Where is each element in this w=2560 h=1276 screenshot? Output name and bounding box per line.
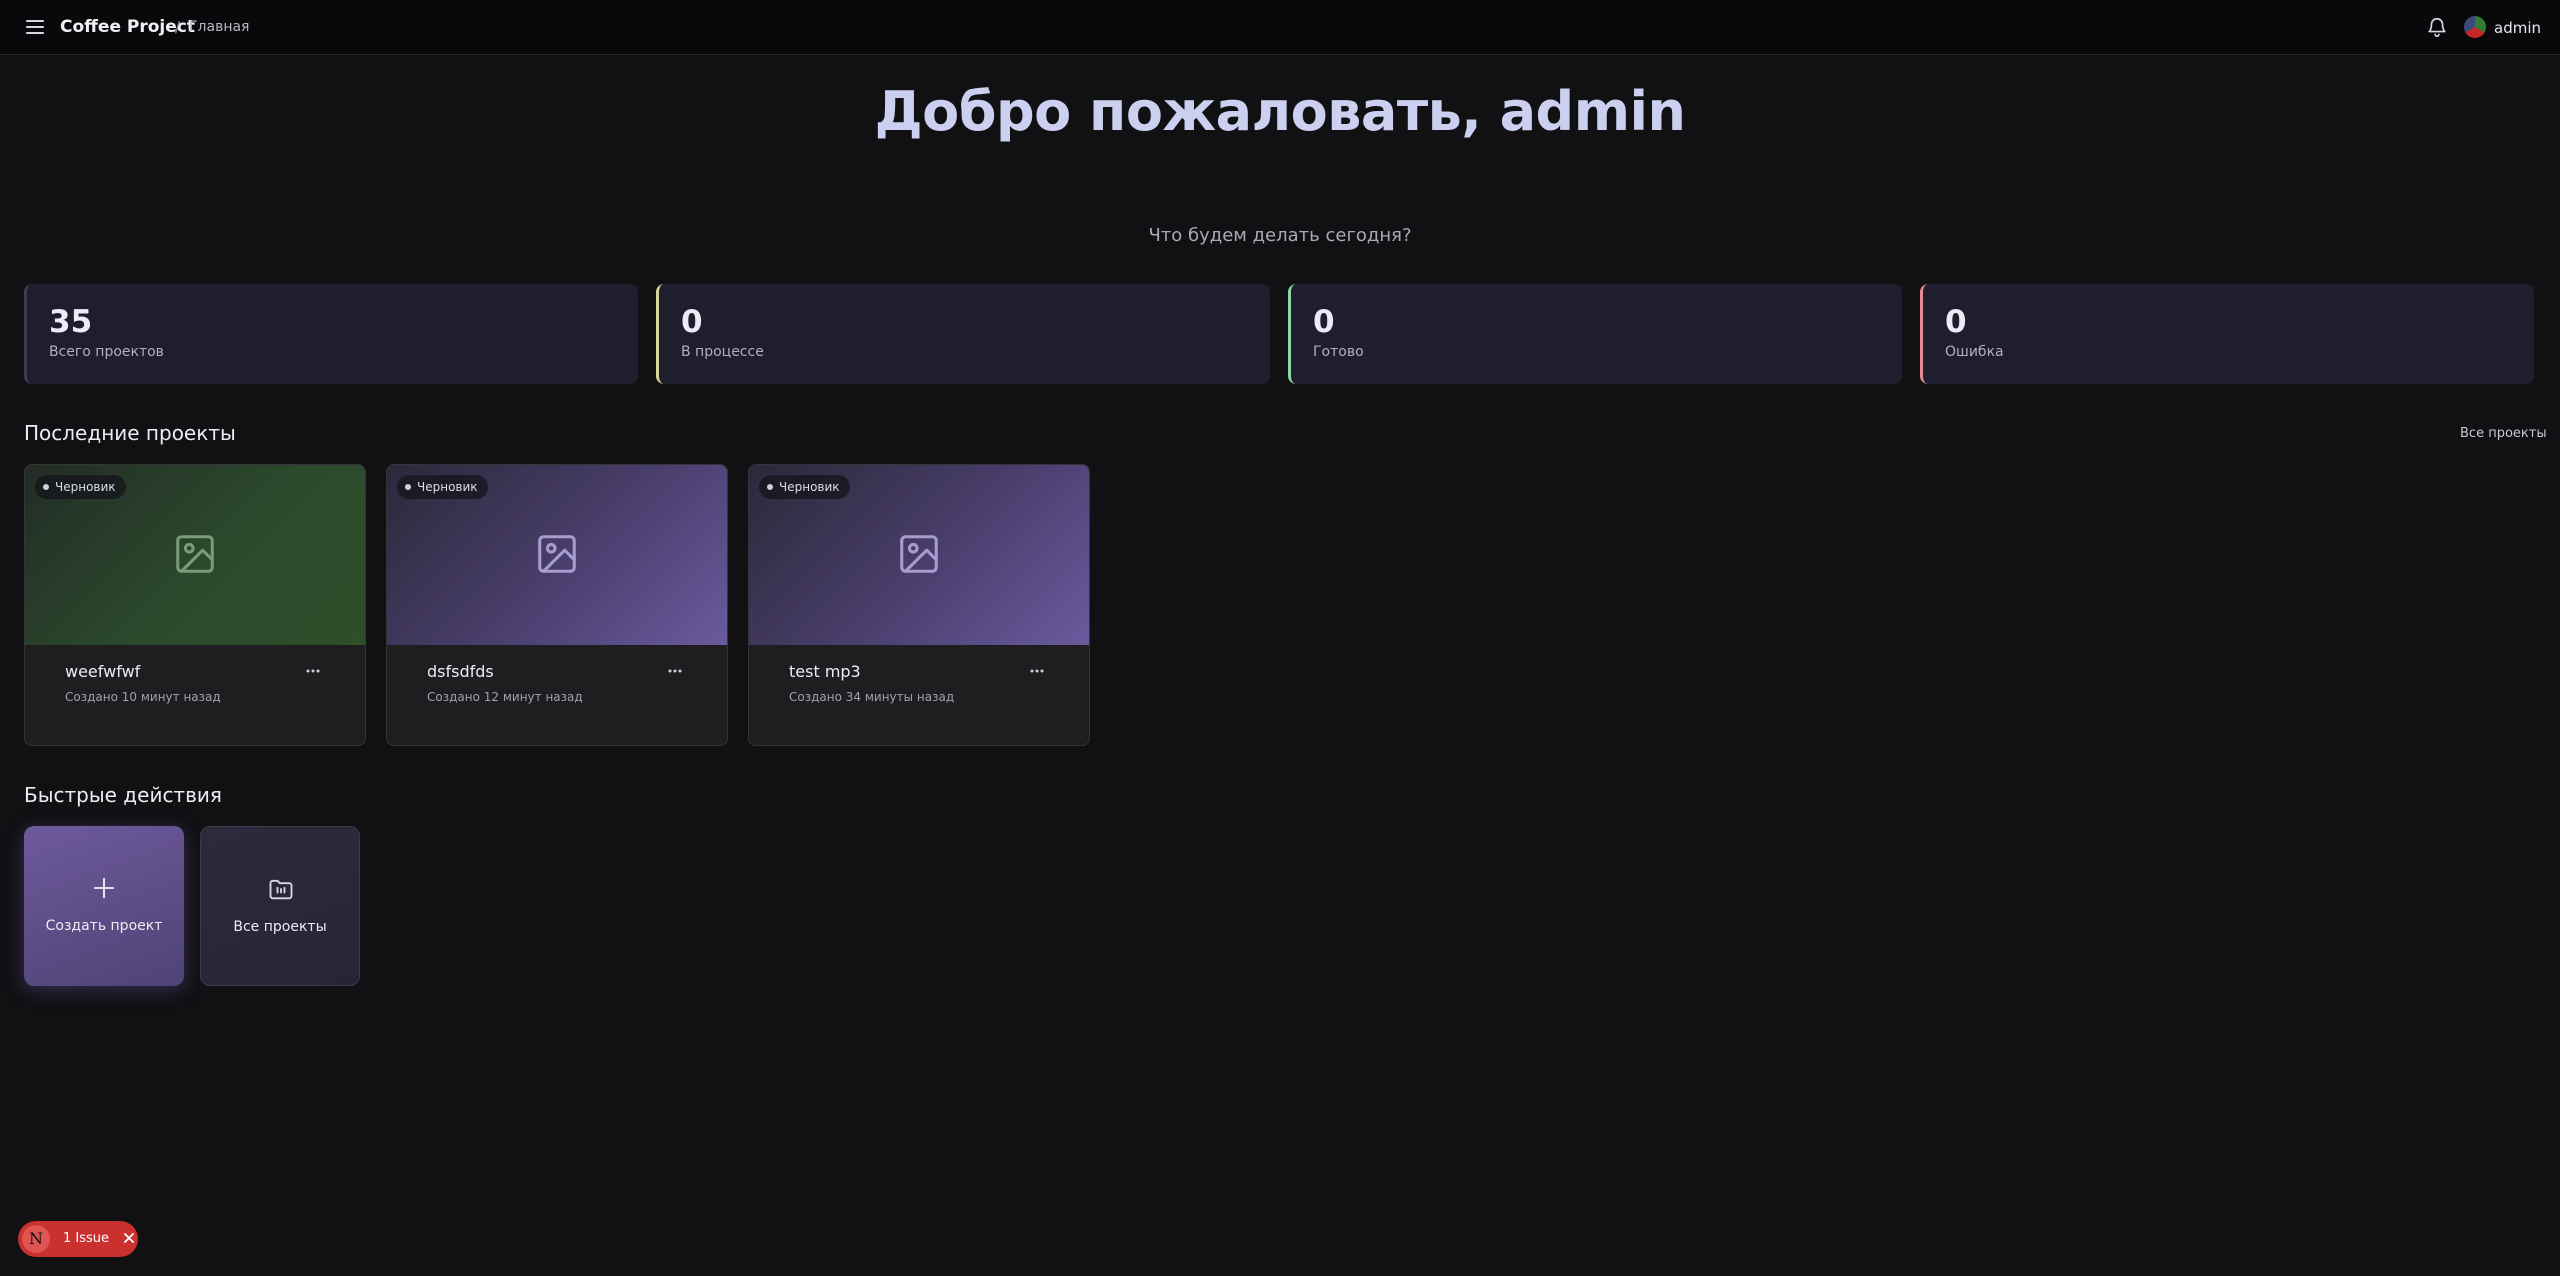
project-name: weefwfwf [65, 662, 141, 681]
project-created-date: Создано 12 минут назад [427, 690, 583, 704]
plus-icon [93, 877, 115, 899]
stat-label: Всего проектов [49, 344, 164, 360]
image-placeholder-icon [538, 535, 576, 573]
user-name[interactable]: admin [2494, 19, 2541, 37]
stat-value: 0 [1945, 304, 1967, 340]
project-created-date: Создано 34 минуты назад [789, 690, 955, 704]
folder-icon [269, 879, 293, 900]
project-created-date: Создано 10 минут назад [65, 690, 221, 704]
status-dot [767, 484, 773, 490]
create-project-label: Создать проект [45, 918, 163, 934]
status-label: Черновик [55, 480, 116, 494]
status-badge: Черновик [35, 475, 126, 499]
page-title: Добро пожаловать, admin [874, 80, 1686, 143]
page-subtitle: Что будем делать сегодня? [1148, 225, 1412, 246]
project-card[interactable]: Черновик weefwfwf Создано 10 минут назад [24, 464, 366, 746]
more-options-icon[interactable] [665, 663, 685, 679]
all-projects-link[interactable]: Все проекты [2460, 426, 2547, 441]
status-label: Черновик [417, 480, 478, 494]
next-logo-icon: N [22, 1225, 50, 1253]
breadcrumb-current-page: Главная [189, 19, 250, 35]
image-placeholder-icon [176, 535, 214, 573]
more-options-icon[interactable] [303, 663, 323, 679]
stat-card-error: 0 Ошибка [1920, 284, 2534, 384]
project-name: dsfsdfds [427, 662, 494, 681]
project-thumbnail: Черновик [749, 465, 1089, 645]
stat-value: 35 [49, 304, 93, 340]
stat-value: 0 [681, 304, 703, 340]
stat-card-total: 35 Всего проектов [24, 284, 638, 384]
all-projects-button[interactable]: Все проекты [200, 826, 360, 986]
top-bar: Coffee Project / Главная admin [0, 0, 2560, 55]
stat-card-done: 0 Готово [1288, 284, 1902, 384]
all-projects-label: Все проекты [233, 919, 327, 935]
project-name: test mp3 [789, 662, 861, 681]
avatar[interactable] [2464, 16, 2486, 38]
status-dot [43, 484, 49, 490]
status-badge: Черновик [397, 475, 488, 499]
create-project-button[interactable]: Создать проект [24, 826, 184, 986]
stat-label: Ошибка [1945, 344, 2004, 360]
project-card[interactable]: Черновик test mp3 Создано 34 минуты наза… [748, 464, 1090, 746]
status-label: Черновик [779, 480, 840, 494]
stat-label: В процессе [681, 344, 764, 360]
project-card[interactable]: Черновик dsfsdfds Создано 12 минут назад [386, 464, 728, 746]
more-options-icon[interactable] [1027, 663, 1047, 679]
breadcrumb-separator: / [175, 18, 181, 36]
issues-count: 1 Issue [63, 1231, 110, 1246]
stat-value: 0 [1313, 304, 1335, 340]
stat-card-in-progress: 0 В процессе [656, 284, 1270, 384]
stat-label: Готово [1313, 344, 1364, 360]
status-dot [405, 484, 411, 490]
hamburger-menu-icon[interactable] [25, 17, 45, 37]
status-badge: Черновик [759, 475, 850, 499]
recent-projects-heading: Последние проекты [24, 421, 236, 445]
project-thumbnail: Черновик [25, 465, 365, 645]
close-icon[interactable] [122, 1231, 136, 1245]
project-thumbnail: Черновик [387, 465, 727, 645]
quick-actions-heading: Быстрые действия [24, 783, 222, 807]
image-placeholder-icon [900, 535, 938, 573]
issues-badge[interactable]: N 1 Issue [18, 1221, 138, 1257]
bell-icon[interactable] [2426, 16, 2448, 38]
